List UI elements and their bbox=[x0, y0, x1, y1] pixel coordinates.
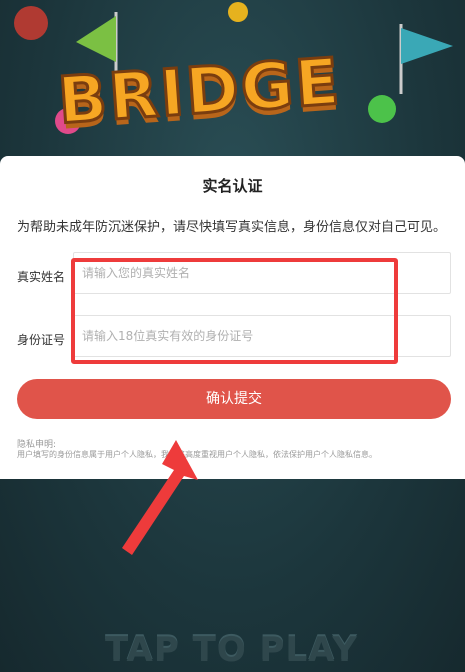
id-number-label: 身份证号 bbox=[17, 333, 66, 347]
real-name-label: 真实姓名 bbox=[17, 270, 66, 284]
dialog-description: 为帮助未成年防沉迷保护，请尽快填写真实信息，身份信息仅对自己可见。 bbox=[17, 220, 447, 235]
annotation-highlight-box bbox=[71, 258, 398, 364]
yellow-figure-decoration bbox=[228, 2, 248, 22]
teal-flag-icon bbox=[399, 24, 453, 94]
green-figure-decoration bbox=[368, 95, 396, 123]
tap-to-play-prompt[interactable]: TAP TO PLAY bbox=[105, 630, 358, 670]
annotation-arrow-icon bbox=[122, 440, 198, 555]
red-ball-decoration bbox=[14, 6, 48, 40]
dialog-title: 实名认证 bbox=[202, 177, 263, 195]
game-logo-art: BRIDGE bbox=[0, 0, 465, 160]
privacy-statement-text: 用户填写的身份信息属于用户个人隐私，我司将高度重视用户个人隐私，依法保护用户个人… bbox=[17, 450, 377, 459]
submit-button[interactable]: 确认提交 bbox=[17, 379, 451, 419]
